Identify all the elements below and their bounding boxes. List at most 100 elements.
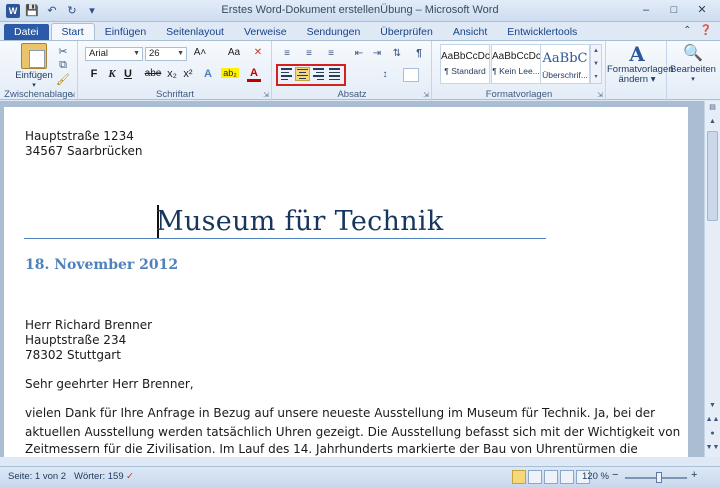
salutation: Sehr geehrter Herr Brenner, — [25, 377, 194, 391]
align-left-button[interactable] — [279, 67, 294, 81]
underline-button[interactable]: U — [121, 68, 135, 80]
tab-insert[interactable]: Einfügen — [95, 24, 156, 40]
italic-button[interactable]: K — [105, 68, 119, 80]
tab-bar-controls: ⌃ ❓ — [683, 25, 712, 36]
font-dialog-launcher-icon[interactable]: ⇲ — [263, 91, 269, 99]
sort-icon[interactable]: ⇅ — [389, 47, 405, 61]
font-group-label: Schriftart — [155, 89, 194, 100]
bold-button[interactable]: F — [87, 68, 101, 80]
clipboard-dialog-launcher-icon[interactable]: ⇲ — [69, 91, 75, 99]
outline-view-icon[interactable] — [560, 470, 574, 484]
minimize-button[interactable]: – — [632, 1, 660, 19]
title-bar: W 💾 ↶ ↻ ▾ Erstes Word-Dokument erstellen… — [0, 0, 720, 22]
numbering-icon[interactable]: ≡ — [301, 47, 317, 61]
horizontal-scroll-area — [0, 457, 720, 466]
font-size-value: 26 — [149, 48, 160, 59]
tab-page-layout[interactable]: Seitenlayout — [156, 24, 234, 40]
tab-developer[interactable]: Entwicklertools — [497, 24, 587, 40]
show-formatting-button[interactable]: ¶ — [411, 47, 427, 61]
editing-button[interactable]: 🔍 Bearbeiten ▾ — [668, 43, 718, 85]
style-sample: AaBbCcDc — [492, 51, 541, 62]
page-indicator[interactable]: Seite: 1 von 2 — [8, 471, 66, 482]
body-line-1: vielen Dank für Ihre Anfrage in Bezug au… — [25, 406, 656, 420]
body-line-3: Zeitmessern für die Zivilisation. Im Lau… — [25, 442, 638, 456]
tab-references[interactable]: Verweise — [234, 24, 297, 40]
tab-file[interactable]: Datei — [4, 24, 49, 40]
cut-icon[interactable]: ✂ — [56, 45, 70, 58]
align-center-button[interactable] — [295, 67, 310, 81]
align-right-button[interactable] — [311, 67, 326, 81]
clear-formatting-icon[interactable]: ✕ — [251, 47, 265, 58]
clipboard-group-label: Zwischenablage — [4, 89, 73, 100]
word-count[interactable]: Wörter: 159 — [74, 471, 124, 482]
multilevel-list-icon[interactable]: ≡ — [323, 47, 339, 61]
format-painter-icon[interactable]: 🖌 — [56, 73, 70, 86]
document-title: Museum für Technik — [156, 206, 444, 237]
paragraph-dialog-launcher-icon[interactable]: ⇲ — [423, 91, 429, 99]
text-effects-button[interactable]: A — [201, 68, 215, 80]
close-button[interactable]: ✕ — [688, 1, 716, 19]
ribbon: Einfügen ▾ ✂ ⧉ 🖌 Zwischenablage ⇲ Arial … — [0, 40, 720, 101]
proofing-icon[interactable]: ✓ — [126, 471, 134, 482]
decrease-indent-icon[interactable]: ⇤ — [351, 47, 367, 61]
browse-object-icon[interactable]: ● — [705, 427, 720, 441]
scroll-up-icon[interactable]: ▲ — [705, 115, 720, 129]
change-styles-button[interactable]: A Formatvorlagen ändern ▾ — [607, 43, 674, 85]
increase-indent-icon[interactable]: ⇥ — [369, 47, 385, 61]
full-screen-reading-view-icon[interactable] — [528, 470, 542, 484]
zoom-out-button[interactable]: − — [612, 469, 618, 481]
paste-icon — [21, 43, 47, 69]
tab-mailings[interactable]: Sendungen — [297, 24, 371, 40]
chevron-down-icon[interactable]: ▼ — [591, 58, 601, 71]
scroll-bottom-buttons: ▼ ▲▲ ● ▼▼ — [705, 399, 720, 455]
shading-icon[interactable] — [403, 68, 419, 82]
style-gallery-scroll[interactable]: ▲ ▼ ▾ — [590, 44, 602, 84]
change-case-button[interactable]: Aa — [225, 47, 243, 58]
style-sample: AaBbC — [542, 51, 588, 66]
style-no-spacing[interactable]: AaBbCcDc ¶ Kein Lee... — [491, 44, 541, 84]
style-heading[interactable]: AaBbC Überschrif... — [540, 44, 590, 84]
recipient-name: Herr Richard Brenner — [25, 318, 153, 332]
tab-review[interactable]: Überprüfen — [370, 24, 443, 40]
recipient-city: 78302 Stuttgart — [25, 348, 121, 362]
help-icon[interactable]: ❓ — [700, 25, 712, 36]
superscript-button[interactable]: x² — [181, 68, 195, 80]
vertical-scrollbar[interactable]: ▤ ▲ ▼ ▲▲ ● ▼▼ — [704, 101, 720, 457]
style-name: ¶ Kein Lee... — [492, 66, 540, 76]
grow-font-button[interactable]: A˄ — [191, 47, 209, 58]
styles-dialog-launcher-icon[interactable]: ⇲ — [597, 91, 603, 99]
scrollbar-thumb[interactable] — [707, 131, 718, 221]
paste-button[interactable]: Einfügen ▾ — [14, 43, 54, 91]
next-page-icon[interactable]: ▼▼ — [705, 441, 720, 455]
justify-button[interactable] — [327, 67, 342, 81]
tab-view[interactable]: Ansicht — [443, 24, 497, 40]
document-page[interactable]: Hauptstraße 1234 34567 Saarbrücken Museu… — [4, 107, 688, 457]
window-title: Erstes Word-Dokument erstellenÜbung – Mi… — [221, 4, 499, 16]
body-line-2: aktuellen Ausstellung werden tatsächlich… — [25, 425, 681, 439]
subscript-button[interactable]: x₂ — [165, 68, 179, 80]
ruler-toggle-icon[interactable]: ▤ — [705, 101, 720, 115]
zoom-slider-thumb[interactable] — [656, 472, 663, 483]
font-size-combo[interactable]: 26 ▼ — [145, 47, 187, 61]
scroll-down-icon[interactable]: ▼ — [705, 399, 720, 413]
copy-icon[interactable]: ⧉ — [56, 59, 70, 72]
view-buttons — [512, 470, 590, 484]
change-styles-group: A Formatvorlagen ändern ▾ — [607, 41, 674, 101]
style-standard[interactable]: AaBbCcDc ¶ Standard — [440, 44, 490, 84]
font-color-button[interactable]: A — [247, 68, 261, 82]
maximize-button[interactable]: □ — [660, 1, 688, 19]
font-name-combo[interactable]: Arial ▼ — [85, 47, 143, 61]
zoom-in-button[interactable]: + — [691, 469, 697, 481]
highlight-button[interactable]: ab₂ — [221, 68, 239, 78]
zoom-level[interactable]: 120 % — [582, 471, 609, 482]
more-styles-icon[interactable]: ▾ — [591, 71, 601, 84]
previous-page-icon[interactable]: ▲▲ — [705, 413, 720, 427]
chevron-up-icon[interactable]: ▲ — [591, 45, 601, 58]
strikethrough-button[interactable]: abe — [143, 68, 163, 79]
line-spacing-icon[interactable]: ↕ — [377, 68, 393, 82]
bullets-icon[interactable]: ≡ — [279, 47, 295, 61]
ribbon-minimize-icon[interactable]: ⌃ — [683, 25, 691, 36]
tab-start[interactable]: Start — [50, 23, 95, 40]
print-layout-view-icon[interactable] — [512, 470, 526, 484]
web-layout-view-icon[interactable] — [544, 470, 558, 484]
